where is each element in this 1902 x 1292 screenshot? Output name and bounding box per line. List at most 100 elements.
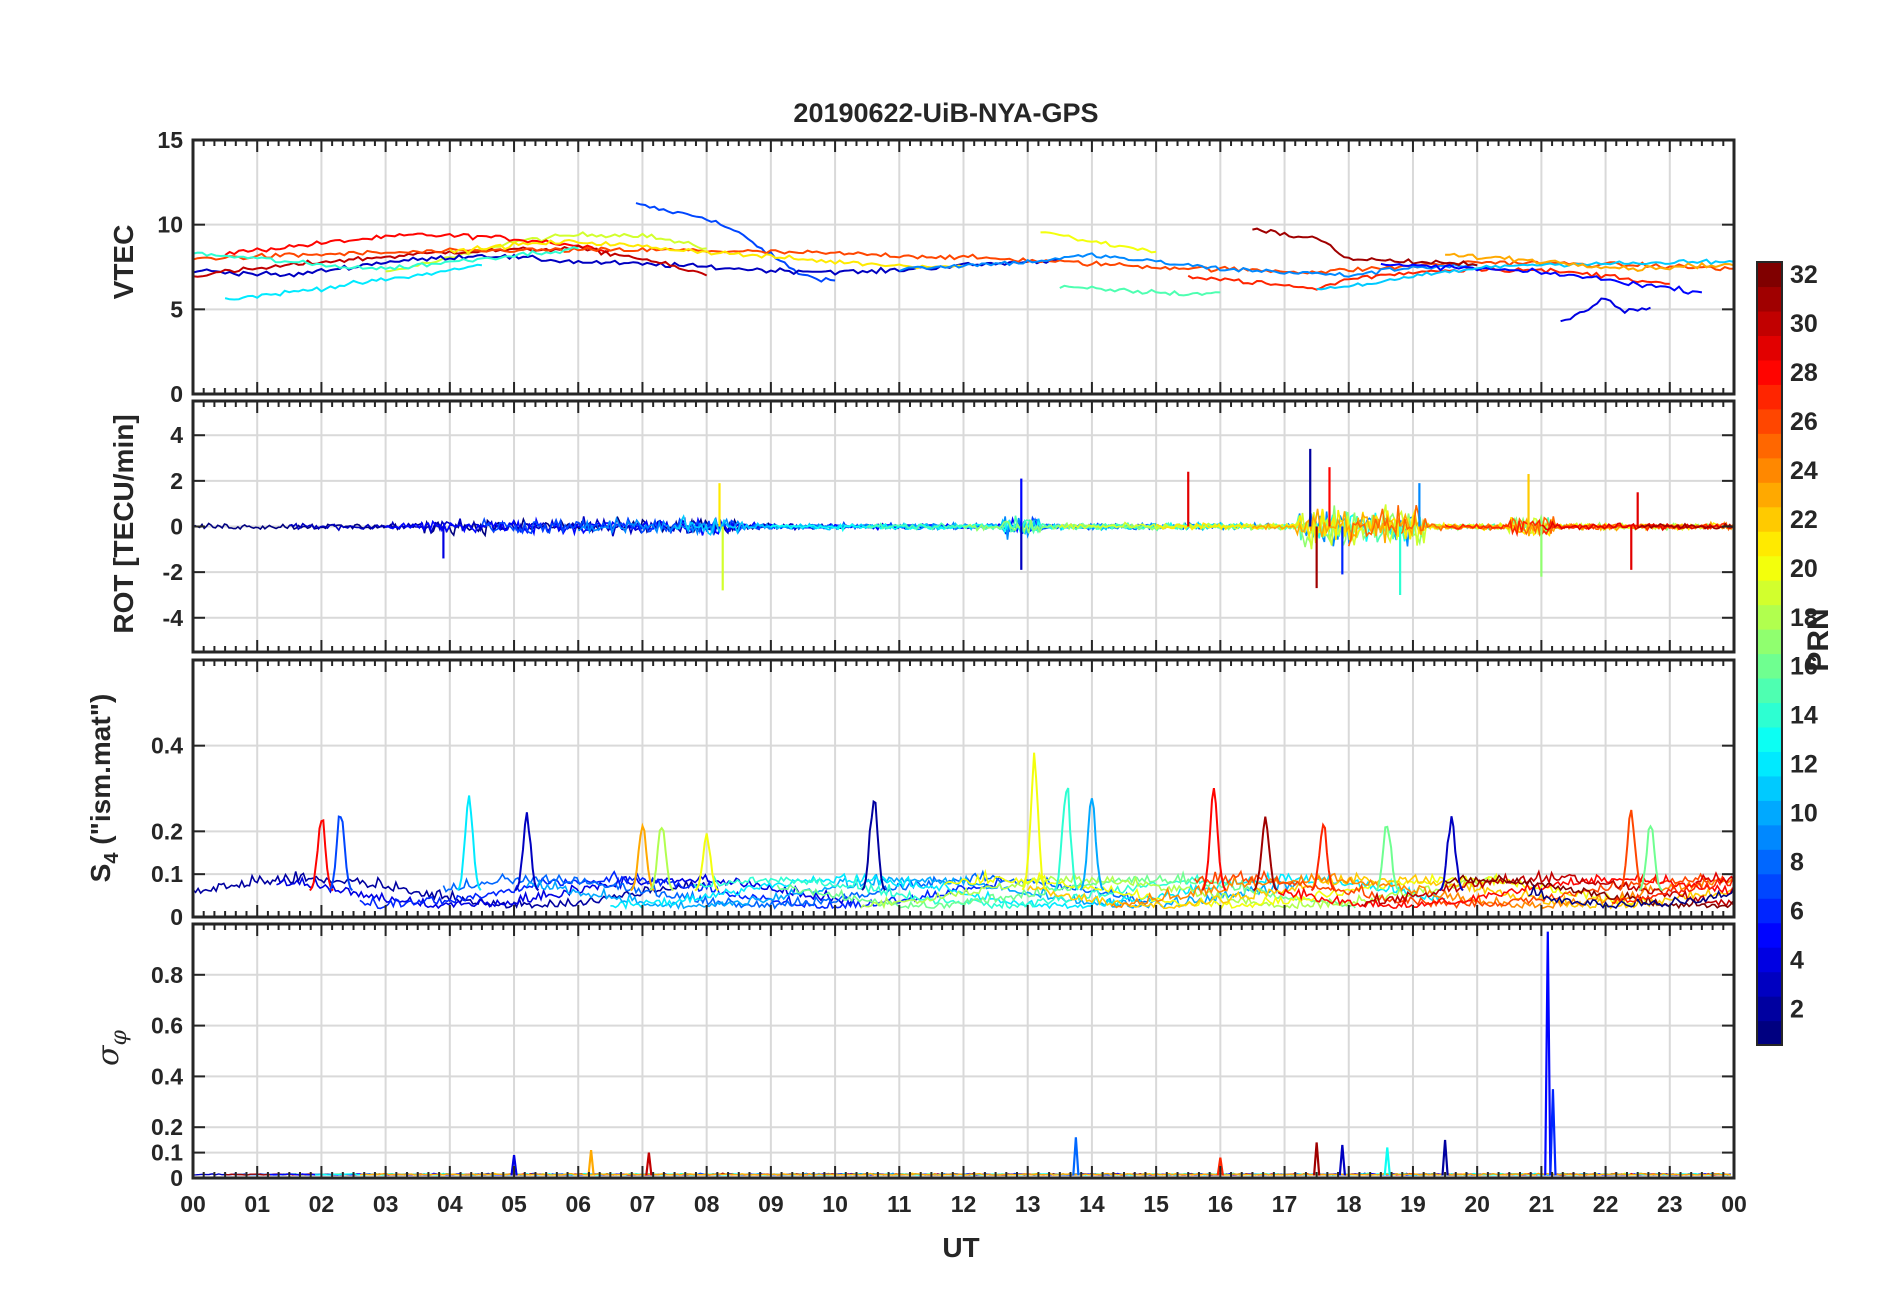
- x-tick-label: 12: [951, 1191, 977, 1217]
- colorbar-band: [1757, 457, 1782, 483]
- sigma-ytick-label: 0.8: [151, 962, 183, 988]
- x-tick-label: 06: [565, 1191, 591, 1217]
- s4-ytick-label: 0.4: [151, 733, 183, 759]
- sigma-ytick-label: 0.1: [151, 1140, 183, 1166]
- x-tick-label: 23: [1657, 1191, 1683, 1217]
- colorbar-tick-label: 12: [1790, 751, 1818, 779]
- vtec-line-prn-31: [1252, 227, 1478, 267]
- sigma-ylabel-main: σ: [91, 1044, 126, 1066]
- colorbar-tick-label: 6: [1790, 897, 1804, 925]
- s4-peak: [456, 795, 482, 891]
- x-tick-label: 19: [1400, 1191, 1426, 1217]
- vtec-ytick-label: 5: [170, 296, 183, 322]
- colorbar-band: [1757, 947, 1782, 973]
- vtec-line-prn-20: [1040, 231, 1157, 254]
- x-tick-label: 00: [180, 1191, 206, 1217]
- sigma-peak: [1072, 1137, 1080, 1176]
- s4-peak: [328, 815, 354, 892]
- colorbar-band: [1757, 384, 1782, 410]
- x-tick-labels: 00 01 02 03 04 05 06 07 08 09 10 11 12 13 14 15 16 17 18 19…: [180, 1191, 1747, 1217]
- sigma-peak: [645, 1152, 653, 1176]
- x-tick-label: 18: [1336, 1191, 1362, 1217]
- rot-ytick-label: 2: [170, 468, 183, 494]
- colorbar-band: [1757, 824, 1782, 850]
- x-tick-label: 03: [373, 1191, 399, 1217]
- x-tick-label: 00: [1721, 1191, 1747, 1217]
- vtec-ytick-label: 15: [157, 127, 183, 153]
- colorbar-band: [1757, 726, 1782, 752]
- rot-ytick-label: -2: [163, 559, 183, 585]
- x-tick-label: 10: [822, 1191, 848, 1217]
- s4-axes: 0 0.1 0.2 0.4: [151, 658, 1736, 930]
- sigma-panel: 00.10.2 0.4 0.6 0.8 σφ: [91, 922, 1736, 1191]
- colorbar-band: [1757, 702, 1782, 728]
- colorbar-tick-label: 8: [1790, 848, 1804, 876]
- colorbar-band: [1757, 335, 1782, 361]
- colorbar-band: [1757, 531, 1782, 557]
- s4-ytick-label: 0.1: [151, 861, 183, 887]
- rot-ytick-label: 4: [170, 422, 183, 448]
- colorbar-band: [1757, 506, 1782, 532]
- figure-title: 20190622-UiB-NYA-GPS: [793, 98, 1098, 128]
- vtec-panel: 0 5 10 15 VTEC: [108, 127, 1736, 407]
- x-tick-label: 02: [309, 1191, 335, 1217]
- s4-ylabel-main: S: [85, 864, 116, 883]
- s4-peak: [1021, 752, 1047, 891]
- colorbar-band: [1757, 262, 1782, 288]
- rot-ylabel: ROT [TECU/min]: [108, 414, 139, 633]
- sigma-peak: [1338, 1144, 1346, 1176]
- s4-ylabel: S4 ("ism.mat"): [85, 694, 123, 883]
- sigma-ylabel: σφ: [91, 1029, 132, 1065]
- sigma-ytick-label: 0.2: [151, 1114, 183, 1140]
- figure: 20190622-UiB-NYA-GPS 051015 VTEC -4-2024…: [85, 98, 1835, 1263]
- sigma-peak: [587, 1149, 595, 1176]
- sigma-peak: [1441, 1139, 1449, 1176]
- sigma-series: [193, 931, 1731, 1176]
- x-tick-label: 14: [1079, 1191, 1105, 1217]
- sigma-peak: [1544, 931, 1552, 1176]
- x-tick-label: 04: [437, 1191, 463, 1217]
- colorbar-band: [1757, 898, 1782, 924]
- sigma-peak: [1312, 1142, 1321, 1176]
- colorbar-band: [1757, 775, 1782, 801]
- s4-peak: [649, 826, 675, 892]
- rot-ytick-label: -4: [163, 605, 184, 631]
- colorbar-band: [1757, 800, 1782, 826]
- colorbar-tick-label: 10: [1790, 800, 1818, 828]
- colorbar-band: [1757, 849, 1782, 875]
- colorbar-band: [1757, 751, 1782, 777]
- s4-panel: 0 0.1 0.2 0.4 S4 ("ism.mat"): [85, 658, 1736, 930]
- s4-ytick-label: 0: [170, 904, 183, 930]
- s4-peak: [1618, 809, 1644, 892]
- vtec-line-prn-7: [635, 202, 836, 283]
- x-tick-label: 22: [1593, 1191, 1619, 1217]
- colorbar-band: [1757, 653, 1782, 679]
- colorbar-band: [1757, 482, 1782, 508]
- colorbar-band: [1757, 1020, 1782, 1046]
- rot-panel: -4 -2 0 2 4 ROT [TECU/min]: [108, 399, 1736, 654]
- colorbar-band: [1757, 604, 1782, 630]
- colorbar-band: [1757, 922, 1782, 948]
- vtec-ytick-label: 10: [157, 212, 183, 238]
- colorbar-tick-label: 30: [1790, 310, 1818, 338]
- x-tick-label: 20: [1464, 1191, 1490, 1217]
- colorbar-tick-label: 20: [1790, 555, 1818, 583]
- colorbar-band: [1757, 286, 1782, 312]
- s4-ytick-label: 0.2: [151, 818, 183, 844]
- x-tick-label: 21: [1529, 1191, 1555, 1217]
- rot-ytick-label: 0: [170, 514, 183, 540]
- colorbar-band: [1757, 873, 1782, 899]
- sigma-ytick-label: 0: [170, 1165, 183, 1191]
- colorbar-band: [1757, 580, 1782, 606]
- colorbar-band: [1757, 629, 1782, 655]
- sigma-ytick-label: 0.4: [151, 1063, 183, 1089]
- x-tick-label: 17: [1272, 1191, 1298, 1217]
- x-tick-label: 07: [630, 1191, 656, 1217]
- x-tick-label: 16: [1208, 1191, 1234, 1217]
- sigma-axes: 00.10.2 0.4 0.6 0.8: [151, 922, 1736, 1191]
- sigma-ylabel-sub: φ: [107, 1029, 132, 1045]
- colorbar-band: [1757, 677, 1782, 704]
- colorbar-tick-label: 14: [1790, 702, 1818, 730]
- colorbar-tick-label: 32: [1790, 261, 1818, 289]
- vtec-line-prn-12: [224, 263, 483, 301]
